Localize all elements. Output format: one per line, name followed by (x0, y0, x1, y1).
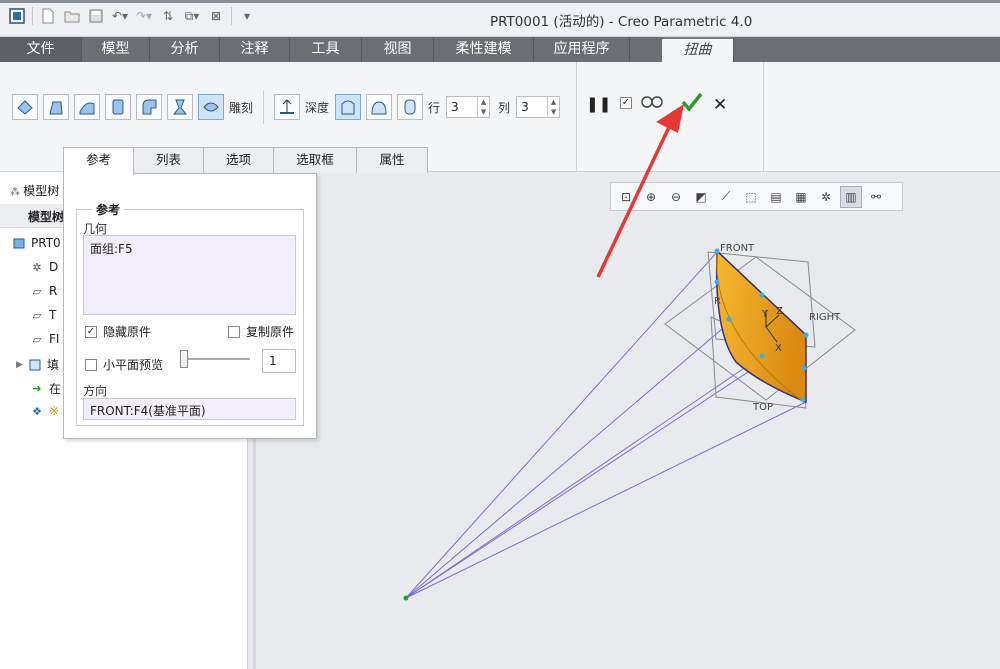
column-input[interactable]: 3 ▲ ▼ (516, 96, 561, 118)
tab-analysis[interactable]: 分析 (150, 37, 220, 62)
tab-model[interactable]: 模型 (82, 37, 150, 62)
part-icon (12, 236, 26, 250)
window-title: PRT0001 (活动的) - Creo Parametric 4.0 (490, 14, 753, 30)
direction-value: FRONT:F4(基准平面) (90, 404, 206, 418)
warp-feature-icon: ❖ (32, 404, 42, 418)
twist-icon[interactable] (167, 94, 193, 120)
windows-icon[interactable]: ⧉▾ (183, 7, 201, 25)
ribbon-tabs: 文件 模型 分析 注释 工具 视图 柔性建模 应用程序 扭曲 (0, 37, 1000, 62)
datum-plane-icon: ▱ (32, 284, 42, 298)
depth-symmetric-icon[interactable] (397, 94, 424, 120)
tab-applications[interactable]: 应用程序 (534, 37, 630, 62)
title-bar: ↶▾ ↷▾ ⇅ ⧉▾ ⊠ ▾ PRT0001 (活动的) - Creo Para… (0, 0, 1000, 37)
r-label: R (714, 296, 721, 307)
pause-icon[interactable]: ❚❚ (586, 95, 611, 113)
tree-item-front-plane[interactable]: ▱ FI (30, 332, 60, 346)
subtab-list[interactable]: 列表 (133, 147, 204, 173)
tab-file[interactable]: 文件 (0, 37, 82, 62)
sculpt-label: 雕刻 (229, 100, 254, 115)
row-input[interactable]: 3 ▲ ▼ (446, 96, 491, 118)
undo-icon[interactable]: ↶▾ (111, 7, 129, 25)
bend-icon[interactable] (136, 94, 162, 120)
cancel-x-icon[interactable]: ✕ (713, 95, 727, 115)
subtab-properties[interactable]: 属性 (356, 147, 428, 173)
dashboard-subtabs: 参考 列表 选项 选取框 属性 (63, 147, 428, 175)
datum-plane-icon: ▱ (32, 308, 42, 322)
confirm-checkmark-icon[interactable] (681, 92, 703, 116)
save-icon[interactable] (87, 7, 105, 25)
tab-view[interactable]: 视图 (362, 37, 434, 62)
axis-x-label: X (775, 343, 782, 354)
depth-one-side-icon[interactable] (335, 94, 362, 120)
customize-toolbar-icon[interactable]: ▾ (238, 7, 256, 25)
direction-flip-icon[interactable] (274, 94, 301, 120)
tree-item-top-plane[interactable]: ▱ T (30, 308, 57, 322)
redo-icon[interactable]: ↷▾ (135, 7, 153, 25)
tree-item-warp[interactable]: ❖ ※ (30, 404, 59, 418)
axis-z-label: Z (776, 306, 783, 317)
column-label: 列 (498, 100, 511, 115)
preview-slider-thumb[interactable] (180, 350, 188, 368)
copy-original-checkbox[interactable]: 复制原件 (228, 323, 294, 340)
references-panel: 参考 几何 面组:F5 ✓ 隐藏原件 复制原件 小平面预览 1 方向 FRONT:… (63, 173, 317, 439)
warp-icon[interactable] (43, 94, 69, 120)
top-plane-label: TOP (752, 402, 773, 413)
sculpt-icon[interactable] (198, 94, 224, 120)
open-file-icon[interactable] (63, 7, 81, 25)
tab-warp[interactable]: 扭曲 (662, 37, 734, 62)
small-plane-preview-box[interactable] (85, 358, 97, 371)
copy-original-box[interactable] (228, 325, 240, 338)
graphics-viewport[interactable]: FRONT RIGHT TOP Y Z X R (256, 172, 1000, 669)
datum-csys-icon: ✲ (32, 260, 42, 274)
tab-tools[interactable]: 工具 (290, 37, 362, 62)
stretch-icon[interactable] (105, 94, 131, 120)
feature-controls: ❚❚ ✓ ✕ (576, 62, 764, 172)
hide-original-checkbox[interactable]: ✓ 隐藏原件 (85, 323, 151, 340)
tree-root-part[interactable]: PRT0 (12, 236, 61, 250)
origin-point[interactable] (403, 595, 409, 601)
preview-checkbox[interactable]: ✓ (620, 97, 632, 109)
quick-access-toolbar: ↶▾ ↷▾ ⇅ ⧉▾ ⊠ ▾ (8, 7, 256, 25)
tree-item-right-plane[interactable]: ▱ R (30, 284, 58, 298)
datum-plane-icon: ▱ (32, 332, 42, 346)
tab-annotate[interactable]: 注释 (220, 37, 290, 62)
axis-y-label: Y (761, 309, 769, 320)
tree-item-insert-here[interactable]: ➜ 在 (30, 380, 61, 397)
references-group-title: 参考 (92, 201, 125, 218)
right-plane-label: RIGHT (809, 312, 841, 323)
spine-icon[interactable] (74, 94, 100, 120)
insert-arrow-icon: ➜ (32, 382, 42, 395)
geometry-collector[interactable]: 面组:F5 (83, 235, 296, 315)
front-plane-label: FRONT (720, 243, 755, 254)
tree-item-fill[interactable]: ▶ 填 (16, 356, 59, 373)
row-label: 行 (428, 100, 441, 115)
direction-collector[interactable]: FRONT:F4(基准平面) (83, 398, 296, 420)
warped-surface[interactable] (715, 249, 807, 404)
close-window-icon[interactable]: ⊠ (207, 7, 225, 25)
direction-label: 方向 (83, 384, 108, 398)
small-plane-preview-checkbox[interactable]: 小平面预览 (85, 356, 163, 373)
preview-slider-track[interactable] (180, 358, 250, 360)
model-tree-header: ⁂ 模型树 (10, 184, 60, 198)
preview-value-input[interactable]: 1 (262, 349, 296, 373)
regenerate-icon[interactable]: ⇅ (159, 7, 177, 25)
app-menu-icon[interactable] (8, 7, 26, 25)
fill-surface-icon (28, 358, 42, 372)
subtab-options[interactable]: 选项 (203, 147, 274, 173)
depth-both-sides-icon[interactable] (366, 94, 393, 120)
warp-tools: 雕刻 深度 行 3 ▲ ▼ 列 3 ▲ ▼ (12, 90, 568, 124)
subtab-marquee[interactable]: 选取框 (273, 147, 357, 173)
transform-icon[interactable] (12, 94, 38, 120)
hide-original-box[interactable]: ✓ (85, 325, 97, 338)
tree-item-design-items[interactable]: ✲ D (30, 260, 58, 274)
new-file-icon[interactable] (39, 7, 57, 25)
geometry-value: 面组:F5 (90, 242, 133, 256)
depth-label: 深度 (305, 100, 330, 115)
glasses-icon[interactable] (641, 93, 663, 113)
tab-flexible-modeling[interactable]: 柔性建模 (434, 37, 534, 62)
subtab-references[interactable]: 参考 (63, 147, 134, 175)
